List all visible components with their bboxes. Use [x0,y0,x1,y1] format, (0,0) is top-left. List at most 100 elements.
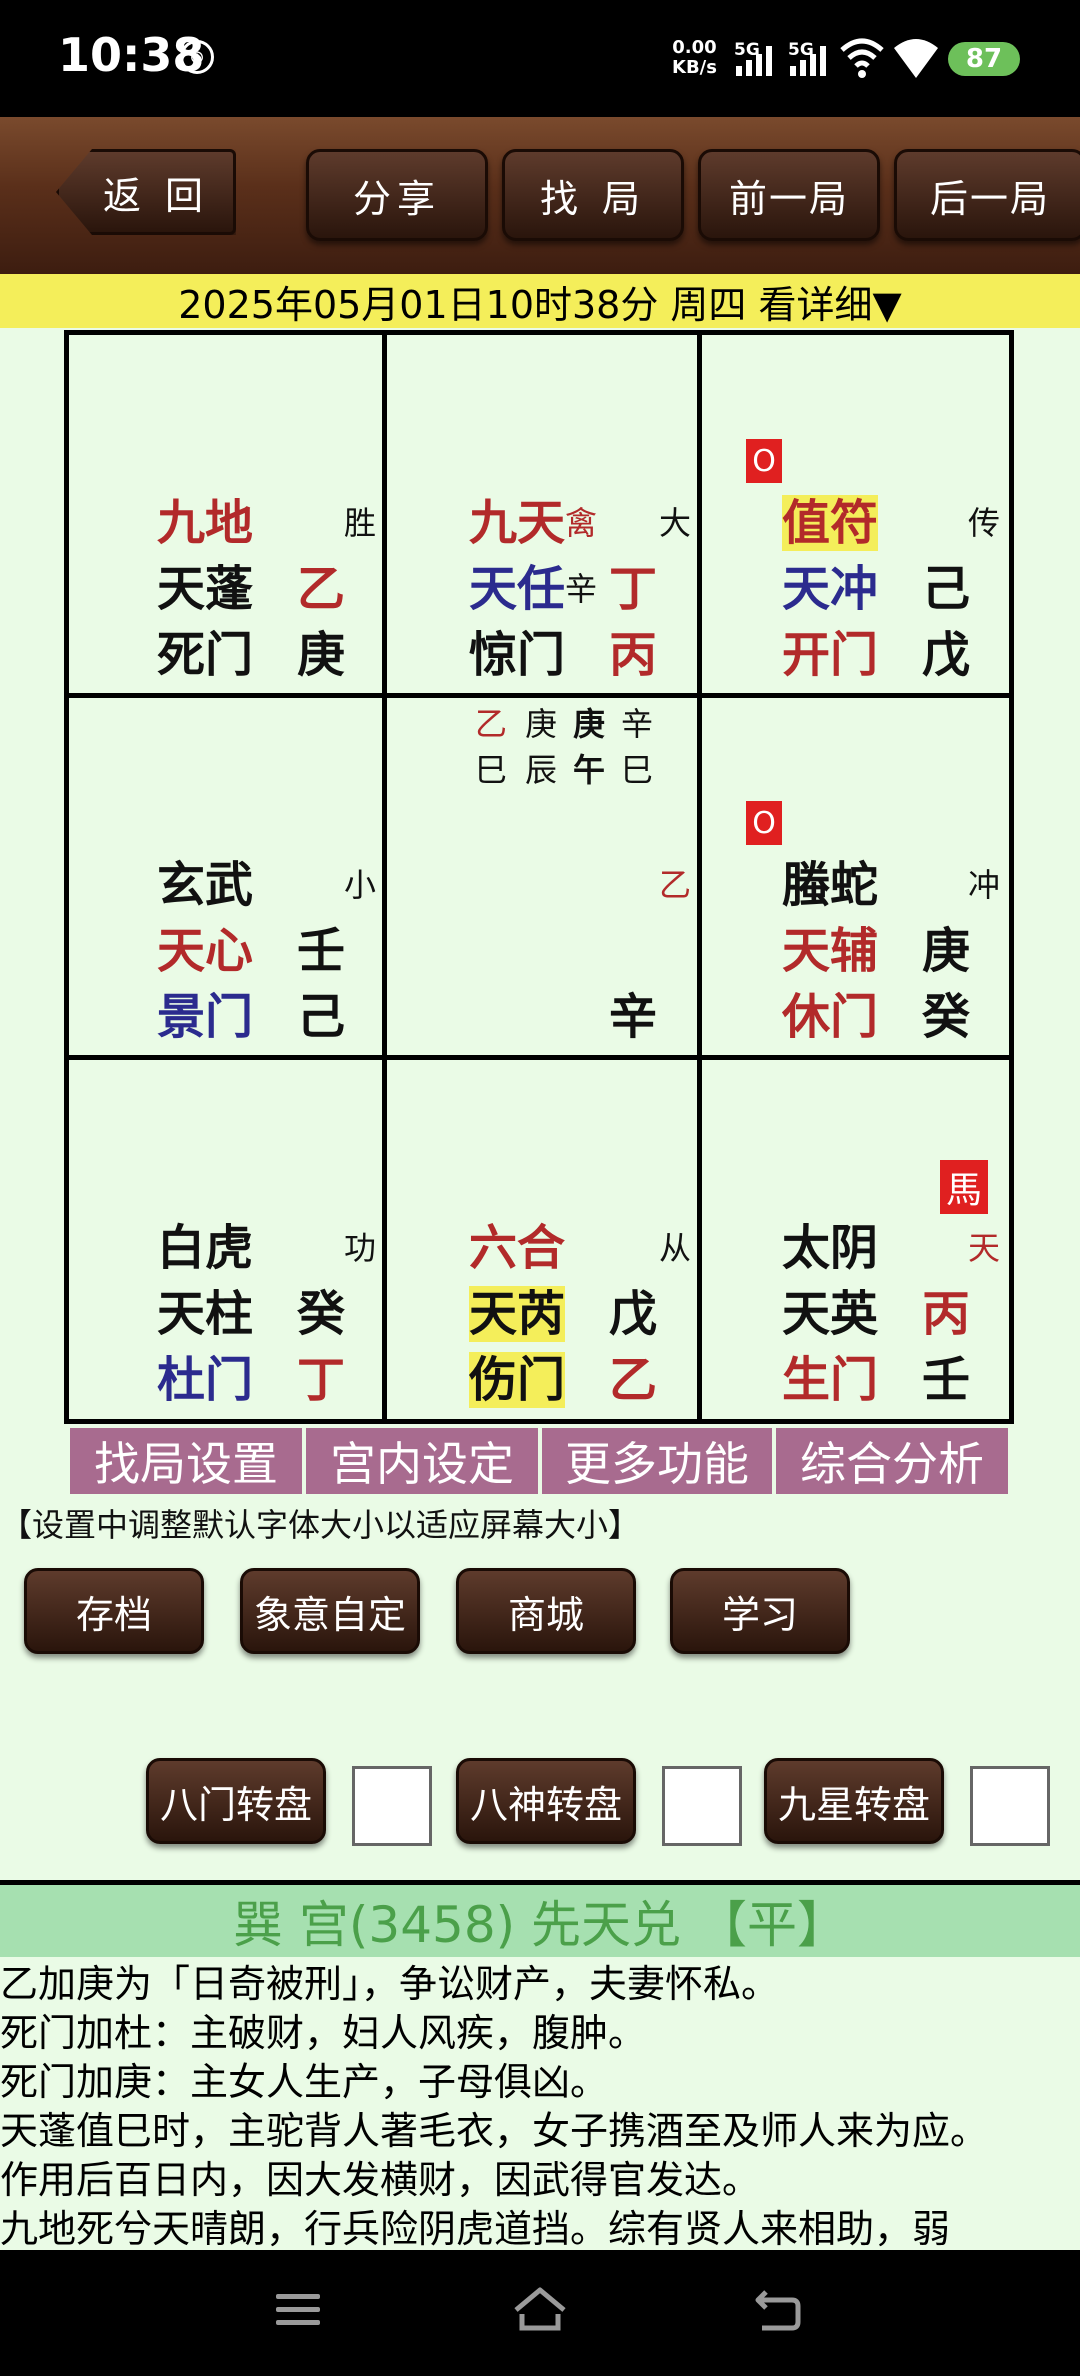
palace-title: 巽 宫(3458) 先天兑 【平】 [0,1885,1080,1957]
star-rotation-checkbox[interactable] [970,1766,1050,1846]
god-rotation-button[interactable]: 八神转盘 [456,1758,636,1844]
god-label: 六合 [469,1220,566,1276]
store-button[interactable]: 商城 [456,1568,636,1654]
tag-label: 功 [344,1229,377,1267]
star-label: 天柱 [157,1286,254,1342]
stem-label: 乙 [297,561,346,617]
star-label: 天英 [782,1286,879,1342]
tag-label: 传 [968,504,1001,542]
pillar-branch: 巳 [475,751,508,789]
find-button[interactable]: 找 局 [502,149,684,241]
pillar-stem: 乙 [475,705,508,743]
stem-label: 己 [922,561,971,617]
status-bar: 10:38 ⊕ 0.00 KB/s 5G 5G 87 [0,0,1080,117]
palace-cell-1[interactable]: 九地 胜 天蓬 乙 死门 庚 [69,335,382,693]
god-label: 太阴 [782,1220,879,1276]
palace-cell-7[interactable]: 白虎 功 天柱 癸 杜门 丁 [69,1060,382,1419]
tab-palace-settings[interactable]: 宫内设定 [306,1428,538,1494]
palace-cell-8[interactable]: 六合 从 天芮 戊 伤门 乙 [387,1060,697,1419]
palace-cell-4[interactable]: 玄武 小 天心 壬 景门 己 [69,698,382,1055]
battery-indicator: 87 [948,42,1020,76]
god-label: 白虎 [157,1220,254,1276]
learn-button[interactable]: 学习 [670,1568,850,1654]
door-label: 死门 [157,627,254,683]
palace-description: 乙加庚为「日奇被刑」，争讼财产，夫妻怀私。 死门加杜：主破财，妇人风疾，腹肿。 … [0,1960,1080,2250]
tag-label: 天 [968,1229,1001,1267]
tag-label: 小 [344,866,377,904]
tag-label: 胜 [344,504,377,542]
stem-label: 壬 [297,923,346,979]
god-rotation-checkbox[interactable] [662,1766,742,1846]
door-label: 景门 [157,989,254,1045]
stem-label: 壬 [922,1352,971,1408]
god-extra-label: 禽 [565,504,598,542]
door-label: 伤门 [469,1352,566,1408]
god-label: 九天 [469,495,566,551]
god-label: 九地 [157,495,254,551]
hint-text: 【设置中调整默认字体大小以适应屏幕大小】 [0,1506,641,1544]
pillar-branch: 巳 [621,751,654,789]
star-label: 天冲 [782,561,879,617]
empty-badge: O [746,801,782,845]
stem-label: 丙 [922,1286,971,1342]
star-label: 天蓬 [157,561,254,617]
description-line: 九地死兮天晴朗，行兵险阴虎道挡。综有贤人来相助，弱 [0,2207,951,2250]
description-line: 乙加庚为「日奇被刑」，争讼财产，夫妻怀私。 [0,1962,780,2006]
pillar-stem: 庚 [573,705,606,743]
star-rotation-button[interactable]: 九星转盘 [764,1758,944,1844]
palace-cell-center[interactable]: 乙 庚 庚 辛 巳 辰 午 巳 乙 辛 [387,698,697,1055]
door-rotation-checkbox[interactable] [352,1766,432,1846]
share-button[interactable]: 分享 [306,149,488,241]
tag-label: 从 [659,1229,692,1267]
stem-label: 丙 [609,627,658,683]
stem-label: 丁 [609,561,658,617]
signal-icon-2 [790,40,826,76]
signal-icon-1 [736,40,772,76]
tag-label: 大 [659,504,692,542]
wifi-icon-2 [894,39,938,78]
palace-cell-9[interactable]: 馬 太阴 天 天英 丙 生门 壬 [702,1060,1009,1419]
stem-label: 癸 [297,1286,346,1342]
palace-cell-6[interactable]: O 螣蛇 冲 天辅 庚 休门 癸 [702,698,1009,1055]
tab-more-functions[interactable]: 更多功能 [542,1428,772,1494]
door-label: 杜门 [157,1352,254,1408]
date-banner[interactable]: 2025年05月01日10时38分 周四 看详细▼ [0,274,1080,328]
door-rotation-button[interactable]: 八门转盘 [146,1758,326,1844]
prev-button[interactable]: 前一局 [698,149,880,241]
navigation-bar [0,2250,1080,2376]
star-label: 天芮 [469,1286,566,1342]
back-button[interactable]: 返 回 [56,149,236,235]
tab-search-settings[interactable]: 找局设置 [70,1428,302,1494]
stem-label: 丁 [297,1352,346,1408]
notification-icon: ⊕ [180,40,214,74]
god-label: 值符 [782,495,879,551]
pillar-stem: 辛 [621,705,654,743]
door-label: 休门 [782,989,879,1045]
pillar-branch: 午 [573,751,606,789]
stem-label: 己 [297,989,346,1045]
star-label: 天任 [469,561,566,617]
description-line: 死门加庚：主女人生产，子母俱凶。 [0,2060,609,2104]
next-button[interactable]: 后一局 [894,149,1080,241]
save-button[interactable]: 存档 [24,1568,204,1654]
palace-cell-2[interactable]: 九天 禽 大 天任 辛 丁 惊门 丙 [387,335,697,693]
description-line: 天蓬值巳时，主驼背人著毛衣，女子携酒至及师人来为应。 [0,2109,989,2153]
god-label: 玄武 [157,857,254,913]
network-speed: 0.00 KB/s [672,37,717,78]
stem-label: 乙 [609,1352,658,1408]
menu-icon[interactable] [274,2290,322,2330]
pillar-stem: 庚 [525,705,558,743]
chart-grid: 九地 胜 天蓬 乙 死门 庚 九天 禽 大 天任 辛 丁 惊门 丙 O 值符 传… [64,330,1014,1424]
stem-label: 戊 [609,1286,658,1342]
tab-analysis[interactable]: 综合分析 [776,1428,1008,1494]
palace-cell-3[interactable]: O 值符 传 天冲 己 开门 戊 [702,335,1009,693]
stem-label: 辛 [609,989,658,1045]
door-label: 开门 [782,627,879,683]
custom-meaning-button[interactable]: 象意自定 [240,1568,420,1654]
empty-badge: O [746,439,782,483]
home-icon[interactable] [510,2284,570,2334]
pillar-branch: 辰 [525,751,558,789]
back-icon[interactable] [752,2286,804,2332]
description-line: 死门加杜：主破财，妇人风疾，腹肿。 [0,2011,647,2055]
god-label: 螣蛇 [782,857,879,913]
